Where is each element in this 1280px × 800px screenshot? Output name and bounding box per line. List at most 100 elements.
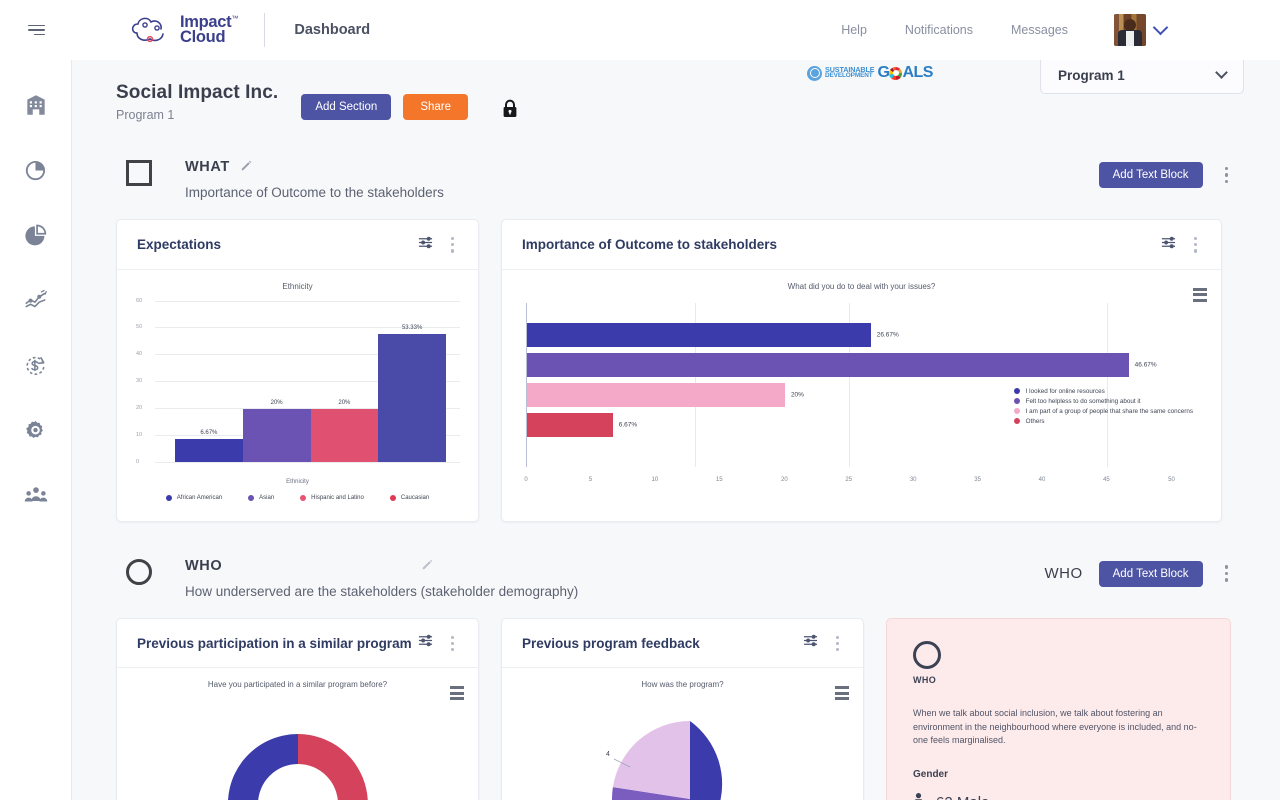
section-what-menu-icon[interactable]: [1217, 163, 1237, 188]
legend-label: Hispanic and Latino: [311, 494, 364, 501]
chart-plot-area: 26.67% 46.67% 20% 6.67% I looked for onl…: [526, 302, 1197, 467]
bar-row: 20%: [527, 382, 804, 407]
pie-slice-4: [612, 721, 690, 800]
header-actions: Add Section Share: [301, 91, 518, 123]
add-text-block-button-who[interactable]: Add Text Block: [1098, 560, 1203, 587]
xtick: 30: [909, 476, 917, 483]
nav-link-help[interactable]: Help: [841, 23, 867, 37]
sidebar-toggle-button[interactable]: [0, 24, 72, 36]
left-sidebar: [0, 0, 72, 800]
bar-row: 46.67%: [527, 352, 1157, 377]
sliders-icon[interactable]: [418, 235, 433, 255]
card-expectations-menu-icon[interactable]: [443, 233, 462, 257]
card-participation-menu-icon[interactable]: [443, 632, 462, 656]
add-section-button[interactable]: Add Section: [301, 94, 392, 120]
section-marker-circle[interactable]: [126, 558, 154, 587]
legend-label: Others: [1025, 417, 1045, 425]
chart-participation: 6 9: [117, 689, 478, 800]
pie-chart-filled-icon: [23, 222, 49, 248]
logo-trademark: ™: [231, 15, 239, 23]
section-what-text: WHAT Importance of Outcome to the stakeh…: [185, 158, 444, 200]
section-marker-square[interactable]: [126, 160, 154, 188]
section-who-menu-icon[interactable]: [1217, 561, 1237, 586]
chart-feedback-title: How was the program?: [641, 680, 724, 690]
card-feedback-menu-icon[interactable]: [828, 632, 847, 656]
bar[interactable]: [242, 408, 311, 462]
bar-row: 6.67%: [527, 412, 637, 437]
circle-outline-icon: [913, 640, 941, 669]
section-who-text: WHO How underserved are the stakeholders…: [185, 557, 578, 599]
section-what-actions: Add Text Block: [1098, 162, 1237, 188]
user-menu[interactable]: [1114, 14, 1169, 46]
card-feedback-title: Previous program feedback: [522, 635, 700, 651]
legend-item[interactable]: I am part of a group of people that shar…: [1013, 408, 1193, 415]
chart-importance-title: What did you do to deal with your issues…: [787, 281, 936, 291]
section-who: WHO How underserved are the stakeholders…: [116, 557, 1236, 599]
pencil-icon[interactable]: [241, 158, 252, 176]
lock-icon[interactable]: [502, 99, 518, 123]
ytick: 30: [136, 378, 143, 385]
dollar-refresh-icon: [23, 353, 48, 378]
sidebar-item-organisation[interactable]: [19, 88, 53, 122]
sdg-goals-text: G ALS: [877, 64, 933, 82]
sidebar-item-funding[interactable]: [19, 348, 53, 382]
bar-group: 6.67%: [175, 430, 243, 462]
card-importance-title: Importance of Outcome to stakeholders: [522, 237, 778, 253]
legend-label: Felt too helpless to do something about …: [1025, 397, 1141, 405]
bar[interactable]: [310, 408, 379, 462]
legend-item[interactable]: Hispanic and Latino: [300, 494, 364, 501]
card-expectations-title: Expectations: [137, 237, 222, 253]
nav-link-messages[interactable]: Messages: [1011, 23, 1068, 37]
legend-item[interactable]: Felt too helpless to do something about …: [1013, 397, 1193, 405]
legend-item[interactable]: I looked for online resources: [1013, 388, 1193, 395]
bar-value-label: 20%: [338, 399, 351, 406]
program-select[interactable]: Program 1: [1040, 56, 1244, 94]
share-button[interactable]: Share: [403, 94, 469, 120]
bar-value-label: 20%: [790, 391, 804, 399]
bar[interactable]: [527, 322, 871, 347]
xtick: 45: [1103, 476, 1110, 483]
ytick: 40: [136, 351, 143, 358]
male-icon: [913, 793, 924, 800]
card-participation-title: Previous participation in a similar prog…: [137, 635, 412, 651]
sidebar-item-dashboard[interactable]: [19, 218, 53, 252]
bar[interactable]: [175, 438, 243, 462]
xtick: 20: [780, 476, 788, 483]
sliders-icon[interactable]: [418, 633, 433, 653]
legend-item[interactable]: African American: [165, 494, 222, 501]
pencil-icon[interactable]: [422, 557, 433, 575]
legend-item[interactable]: Caucasian: [389, 494, 430, 501]
sidebar-item-reports[interactable]: [19, 153, 53, 187]
sidebar-item-stakeholders[interactable]: [19, 478, 53, 512]
brand-logo[interactable]: Impact™ Cloud: [129, 13, 238, 47]
bar[interactable]: [527, 382, 785, 407]
sliders-icon[interactable]: [1161, 235, 1176, 255]
program-select-value: Program 1: [1058, 67, 1125, 83]
page-header: Social Impact Inc. Program 1 Add Section…: [116, 56, 1244, 123]
add-text-block-button-what[interactable]: Add Text Block: [1098, 162, 1203, 188]
section-what: WHAT Importance of Outcome to the stakeh…: [116, 158, 1236, 200]
bar[interactable]: [378, 333, 446, 462]
card-participation-body: Have you participated in a similar progr…: [117, 668, 478, 800]
app-root: Impact™ Cloud Dashboard Help Notificatio…: [0, 0, 1280, 800]
sliders-icon[interactable]: [803, 633, 818, 653]
legend-item[interactable]: Others: [1013, 417, 1193, 425]
card-importance-header: Importance of Outcome to stakeholders: [502, 220, 1221, 270]
bar[interactable]: [527, 352, 1129, 377]
sidebar-item-analytics[interactable]: [19, 283, 53, 317]
nav-link-notifications[interactable]: Notifications: [905, 23, 973, 37]
bar-value-label: 46.67%: [1134, 361, 1157, 369]
legend-label: Caucasian: [400, 494, 430, 501]
trending-analytics-icon: [23, 287, 49, 313]
bar[interactable]: [527, 412, 613, 437]
sidebar-item-settings[interactable]: [19, 413, 53, 447]
legend-item[interactable]: Asian: [248, 494, 274, 501]
building-icon: [23, 92, 49, 118]
bar-value-label: 6.67%: [200, 429, 218, 436]
card-importance-menu-icon[interactable]: [1186, 233, 1205, 257]
xtick: 40: [1038, 476, 1046, 483]
who-panel-label: WHO: [913, 674, 937, 685]
xtick: 15: [715, 476, 723, 483]
chevron-down-icon: [1215, 66, 1228, 79]
sdg-goals-pre: G: [877, 64, 890, 81]
